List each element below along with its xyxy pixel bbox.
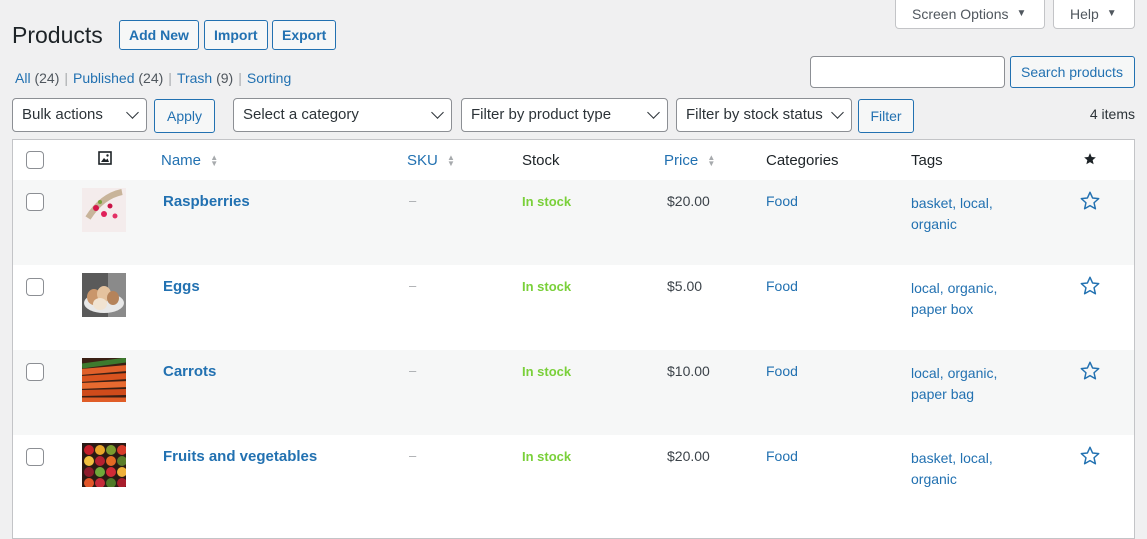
screen-options-button[interactable]: Screen Options ▼ [895, 0, 1045, 29]
column-stock: Stock [522, 152, 560, 169]
featured-star-outline-icon[interactable] [1079, 360, 1101, 385]
category-link[interactable]: Food [766, 448, 798, 464]
product-name-link[interactable]: Eggs [163, 278, 200, 296]
help-label: Help [1070, 6, 1099, 22]
chevron-down-icon [647, 106, 660, 119]
select-all-checkbox[interactable] [26, 151, 44, 169]
row-checkbox[interactable] [26, 193, 44, 211]
search-products-button[interactable]: Search products [1010, 56, 1135, 88]
sku-value: – [409, 278, 417, 293]
view-published-link[interactable]: Published (24) [73, 70, 163, 86]
tags-list[interactable]: local, organic, paper box [911, 278, 1021, 320]
import-button[interactable]: Import [204, 20, 268, 50]
table-row: Eggs – In stock $5.00 Food local, organi… [13, 265, 1134, 350]
featured-star-outline-icon[interactable] [1079, 275, 1101, 300]
search-input[interactable] [810, 56, 1005, 88]
apply-button[interactable]: Apply [154, 99, 215, 133]
column-tags: Tags [911, 152, 943, 169]
view-trash-link[interactable]: Trash (9) [177, 70, 233, 86]
product-name-link[interactable]: Carrots [163, 363, 216, 381]
tags-line: paper box [911, 301, 974, 317]
stock-status-value: Filter by stock status [686, 106, 823, 123]
help-button[interactable]: Help ▼ [1053, 0, 1135, 29]
category-link[interactable]: Food [766, 278, 798, 294]
tags-list[interactable]: local, organic, paper bag [911, 363, 1021, 405]
page-title: Products [12, 22, 103, 48]
tags-line: basket, local, [911, 195, 993, 211]
product-name-link[interactable]: Raspberries [163, 193, 250, 211]
featured-star-outline-icon[interactable] [1079, 445, 1101, 470]
row-checkbox[interactable] [26, 448, 44, 466]
product-thumbnail[interactable] [82, 358, 126, 402]
table-header: Name ▲ ▼ SKU ▲ ▼ Stock Price ▲ ▼ Categories… [13, 140, 1134, 181]
chevron-down-icon [431, 106, 444, 119]
featured-star-icon[interactable] [1083, 152, 1097, 169]
stock-status-select[interactable]: Filter by stock status [676, 98, 852, 132]
stock-status: In stock [522, 194, 572, 209]
sort-icon: ▲ ▼ [447, 153, 455, 169]
sort-icon: ▲ ▼ [210, 153, 219, 169]
bulk-actions-select[interactable]: Bulk actions [12, 98, 147, 132]
price-value: $5.00 [667, 278, 703, 294]
tags-line: basket, local, [911, 450, 993, 466]
products-table: Name ▲ ▼ SKU ▲ ▼ Stock Price ▲ ▼ Categories… [12, 139, 1135, 539]
category-link[interactable]: Food [766, 193, 798, 209]
stock-status: In stock [522, 364, 572, 379]
product-thumbnail[interactable] [82, 443, 126, 487]
stock-status: In stock [522, 449, 572, 464]
category-select[interactable]: Select a category [233, 98, 452, 132]
column-name[interactable]: Name ▲ ▼ [161, 152, 218, 170]
price-value: $20.00 [667, 193, 710, 209]
view-filters: All (24) | Published (24) | Trash (9) | Sortin… [15, 70, 292, 86]
column-sku[interactable]: SKU ▲ ▼ [407, 152, 455, 170]
column-name-label: Name [161, 152, 202, 169]
filter-button[interactable]: Filter [858, 99, 914, 133]
screen-options-label: Screen Options [912, 6, 1009, 22]
sku-value: – [409, 193, 417, 208]
column-categories: Categories [766, 152, 839, 169]
tags-line: paper bag [911, 386, 975, 402]
tags-line: organic [911, 471, 957, 487]
product-thumbnail[interactable] [82, 273, 126, 317]
export-button[interactable]: Export [272, 20, 337, 50]
column-sku-label: SKU [407, 152, 438, 169]
tags-line: local, organic, [911, 365, 998, 381]
category-value: Select a category [243, 106, 359, 123]
product-type-value: Filter by product type [471, 106, 612, 123]
caret-down-icon: ▼ [1016, 8, 1027, 19]
row-checkbox[interactable] [26, 278, 44, 296]
add-new-button[interactable]: Add New [119, 20, 199, 50]
items-count: 4 items [1089, 106, 1135, 122]
tags-line: organic [911, 216, 957, 232]
sort-icon: ▲ ▼ [707, 153, 716, 169]
chevron-down-icon [831, 106, 844, 119]
price-value: $10.00 [667, 363, 710, 379]
column-price[interactable]: Price ▲ ▼ [664, 152, 715, 170]
price-value: $20.00 [667, 448, 710, 464]
table-row: Raspberries – In stock $20.00 Food baske… [13, 180, 1134, 265]
tags-list[interactable]: basket, local, organic [911, 193, 1021, 235]
product-type-select[interactable]: Filter by product type [461, 98, 668, 132]
image-icon [98, 151, 112, 168]
bulk-actions-value: Bulk actions [22, 106, 103, 123]
category-link[interactable]: Food [766, 363, 798, 379]
caret-down-icon: ▼ [1106, 8, 1117, 19]
featured-star-outline-icon[interactable] [1079, 190, 1101, 215]
sku-value: – [409, 448, 417, 463]
sku-value: – [409, 363, 417, 378]
table-row: Fruits and vegetables – In stock $20.00 … [13, 435, 1134, 520]
product-thumbnail[interactable] [82, 188, 126, 232]
column-price-label: Price [664, 152, 699, 169]
row-checkbox[interactable] [26, 363, 44, 381]
stock-status: In stock [522, 279, 572, 294]
view-all-link[interactable]: All (24) [15, 70, 59, 86]
tags-line: local, organic, [911, 280, 998, 296]
chevron-down-icon [126, 106, 139, 119]
view-sorting-link[interactable]: Sorting [247, 70, 291, 86]
tags-list[interactable]: basket, local, organic [911, 448, 1021, 490]
product-name-link[interactable]: Fruits and vegetables [163, 448, 317, 466]
table-row: Carrots – In stock $10.00 Food local, or… [13, 350, 1134, 435]
